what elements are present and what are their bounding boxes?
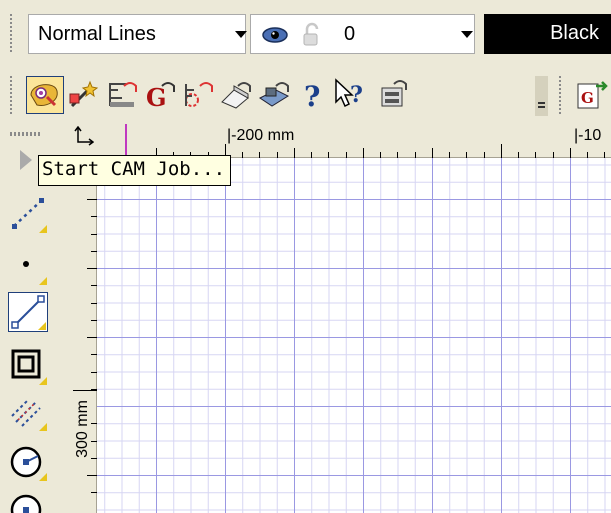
line-tool-button[interactable] xyxy=(8,292,48,332)
ruler-tick xyxy=(432,148,433,158)
tooltip-text: Start CAM Job... xyxy=(42,158,226,180)
circle-tool-icon xyxy=(10,494,42,513)
ruler-tick xyxy=(87,268,97,269)
drill-pattern-icon xyxy=(185,82,213,107)
vertical-ruler[interactable]: 300 mm xyxy=(68,158,97,513)
whats-this-button[interactable]: ? xyxy=(332,76,370,114)
ruler-label: |-10 xyxy=(574,127,602,144)
lock-icon[interactable] xyxy=(301,22,323,48)
ruler-tick xyxy=(87,337,97,338)
toolbar-overflow-button[interactable] xyxy=(535,76,548,116)
machine-settings-button[interactable] xyxy=(376,76,414,114)
ruler-corner[interactable] xyxy=(68,124,97,158)
eraser-pencil-icon xyxy=(221,82,251,109)
machine-settings-icon xyxy=(381,80,407,107)
flyout-indicator-icon xyxy=(39,377,47,385)
eye-icon[interactable] xyxy=(261,24,297,46)
cam-wizard-icon xyxy=(30,84,58,107)
ruler-tick xyxy=(363,148,364,158)
toolpath-icon xyxy=(109,82,137,107)
hatch-lines-button[interactable] xyxy=(8,392,48,432)
tooltip: Start CAM Job... xyxy=(38,155,232,186)
layer-combo[interactable]: 0 xyxy=(250,14,475,54)
ruler-tick xyxy=(73,390,97,391)
svg-text:G: G xyxy=(146,83,167,112)
tool-database-icon xyxy=(259,82,290,107)
ruler-label: 300 mm xyxy=(73,400,91,458)
layer-dropdown-button[interactable] xyxy=(455,14,479,54)
g-code-icon: G xyxy=(146,82,175,112)
svg-text:?: ? xyxy=(304,80,320,112)
rectangle-button[interactable] xyxy=(8,346,48,386)
drawing-canvas[interactable] xyxy=(97,158,611,513)
toolbar-grip[interactable] xyxy=(9,14,13,54)
toolpath-button[interactable] xyxy=(104,76,142,114)
line-style-value: Normal Lines xyxy=(38,22,156,45)
svg-text:G: G xyxy=(581,89,594,107)
flyout-indicator-icon xyxy=(39,277,47,285)
layer-value: 0 xyxy=(344,22,356,45)
chevron-down-icon xyxy=(461,31,473,38)
circle-tool-button[interactable] xyxy=(8,490,48,513)
start-cam-job-button[interactable] xyxy=(26,76,64,114)
toolbar-grip[interactable] xyxy=(558,76,562,116)
ruler-tick xyxy=(87,475,97,476)
toolbar-grip[interactable] xyxy=(10,132,40,136)
point-button[interactable] xyxy=(8,246,48,286)
chevron-down-icon xyxy=(235,31,247,38)
tool-database-button[interactable] xyxy=(256,76,294,114)
drill-pattern-button[interactable] xyxy=(180,76,218,114)
flyout-indicator-icon xyxy=(39,225,47,233)
circle-center-button[interactable] xyxy=(8,442,48,482)
line-style-combo[interactable]: Normal Lines xyxy=(28,14,246,54)
help-button[interactable]: ? xyxy=(294,76,332,114)
toolbar-grip[interactable] xyxy=(9,76,13,116)
flyout-indicator-icon xyxy=(39,423,47,431)
main-toolbar: G ? ? G xyxy=(0,62,611,124)
origin-icon xyxy=(74,126,94,146)
flyout-indicator-icon xyxy=(39,473,47,481)
whats-this-icon: ? xyxy=(335,78,363,108)
color-value: Black xyxy=(550,22,599,44)
magic-wand-button[interactable] xyxy=(66,76,104,114)
magic-wand-icon xyxy=(69,80,99,108)
ruler-tick xyxy=(501,144,502,158)
svg-text:?: ? xyxy=(350,82,363,108)
color-combo[interactable]: Black xyxy=(484,14,611,54)
ruler-tick xyxy=(570,148,571,158)
flyout-indicator-icon xyxy=(38,322,46,330)
gcode-export-button[interactable]: G xyxy=(574,76,611,114)
cursor-marker xyxy=(125,124,127,158)
ruler-tick xyxy=(87,199,97,200)
help-icon: ? xyxy=(304,80,320,113)
gcode-button[interactable]: G xyxy=(142,76,180,114)
ruler-label: |-200 mm xyxy=(227,127,295,144)
horizontal-ruler[interactable]: |-200 mm |-10 xyxy=(97,124,611,158)
play-icon xyxy=(20,150,32,170)
line-dashes-button[interactable] xyxy=(8,194,48,234)
g-code-export-icon: G xyxy=(577,81,608,109)
properties-toolbar: Normal Lines 0 Black xyxy=(0,0,611,62)
ruler-tick xyxy=(294,148,295,158)
eraser-pencil-button[interactable] xyxy=(218,76,256,114)
